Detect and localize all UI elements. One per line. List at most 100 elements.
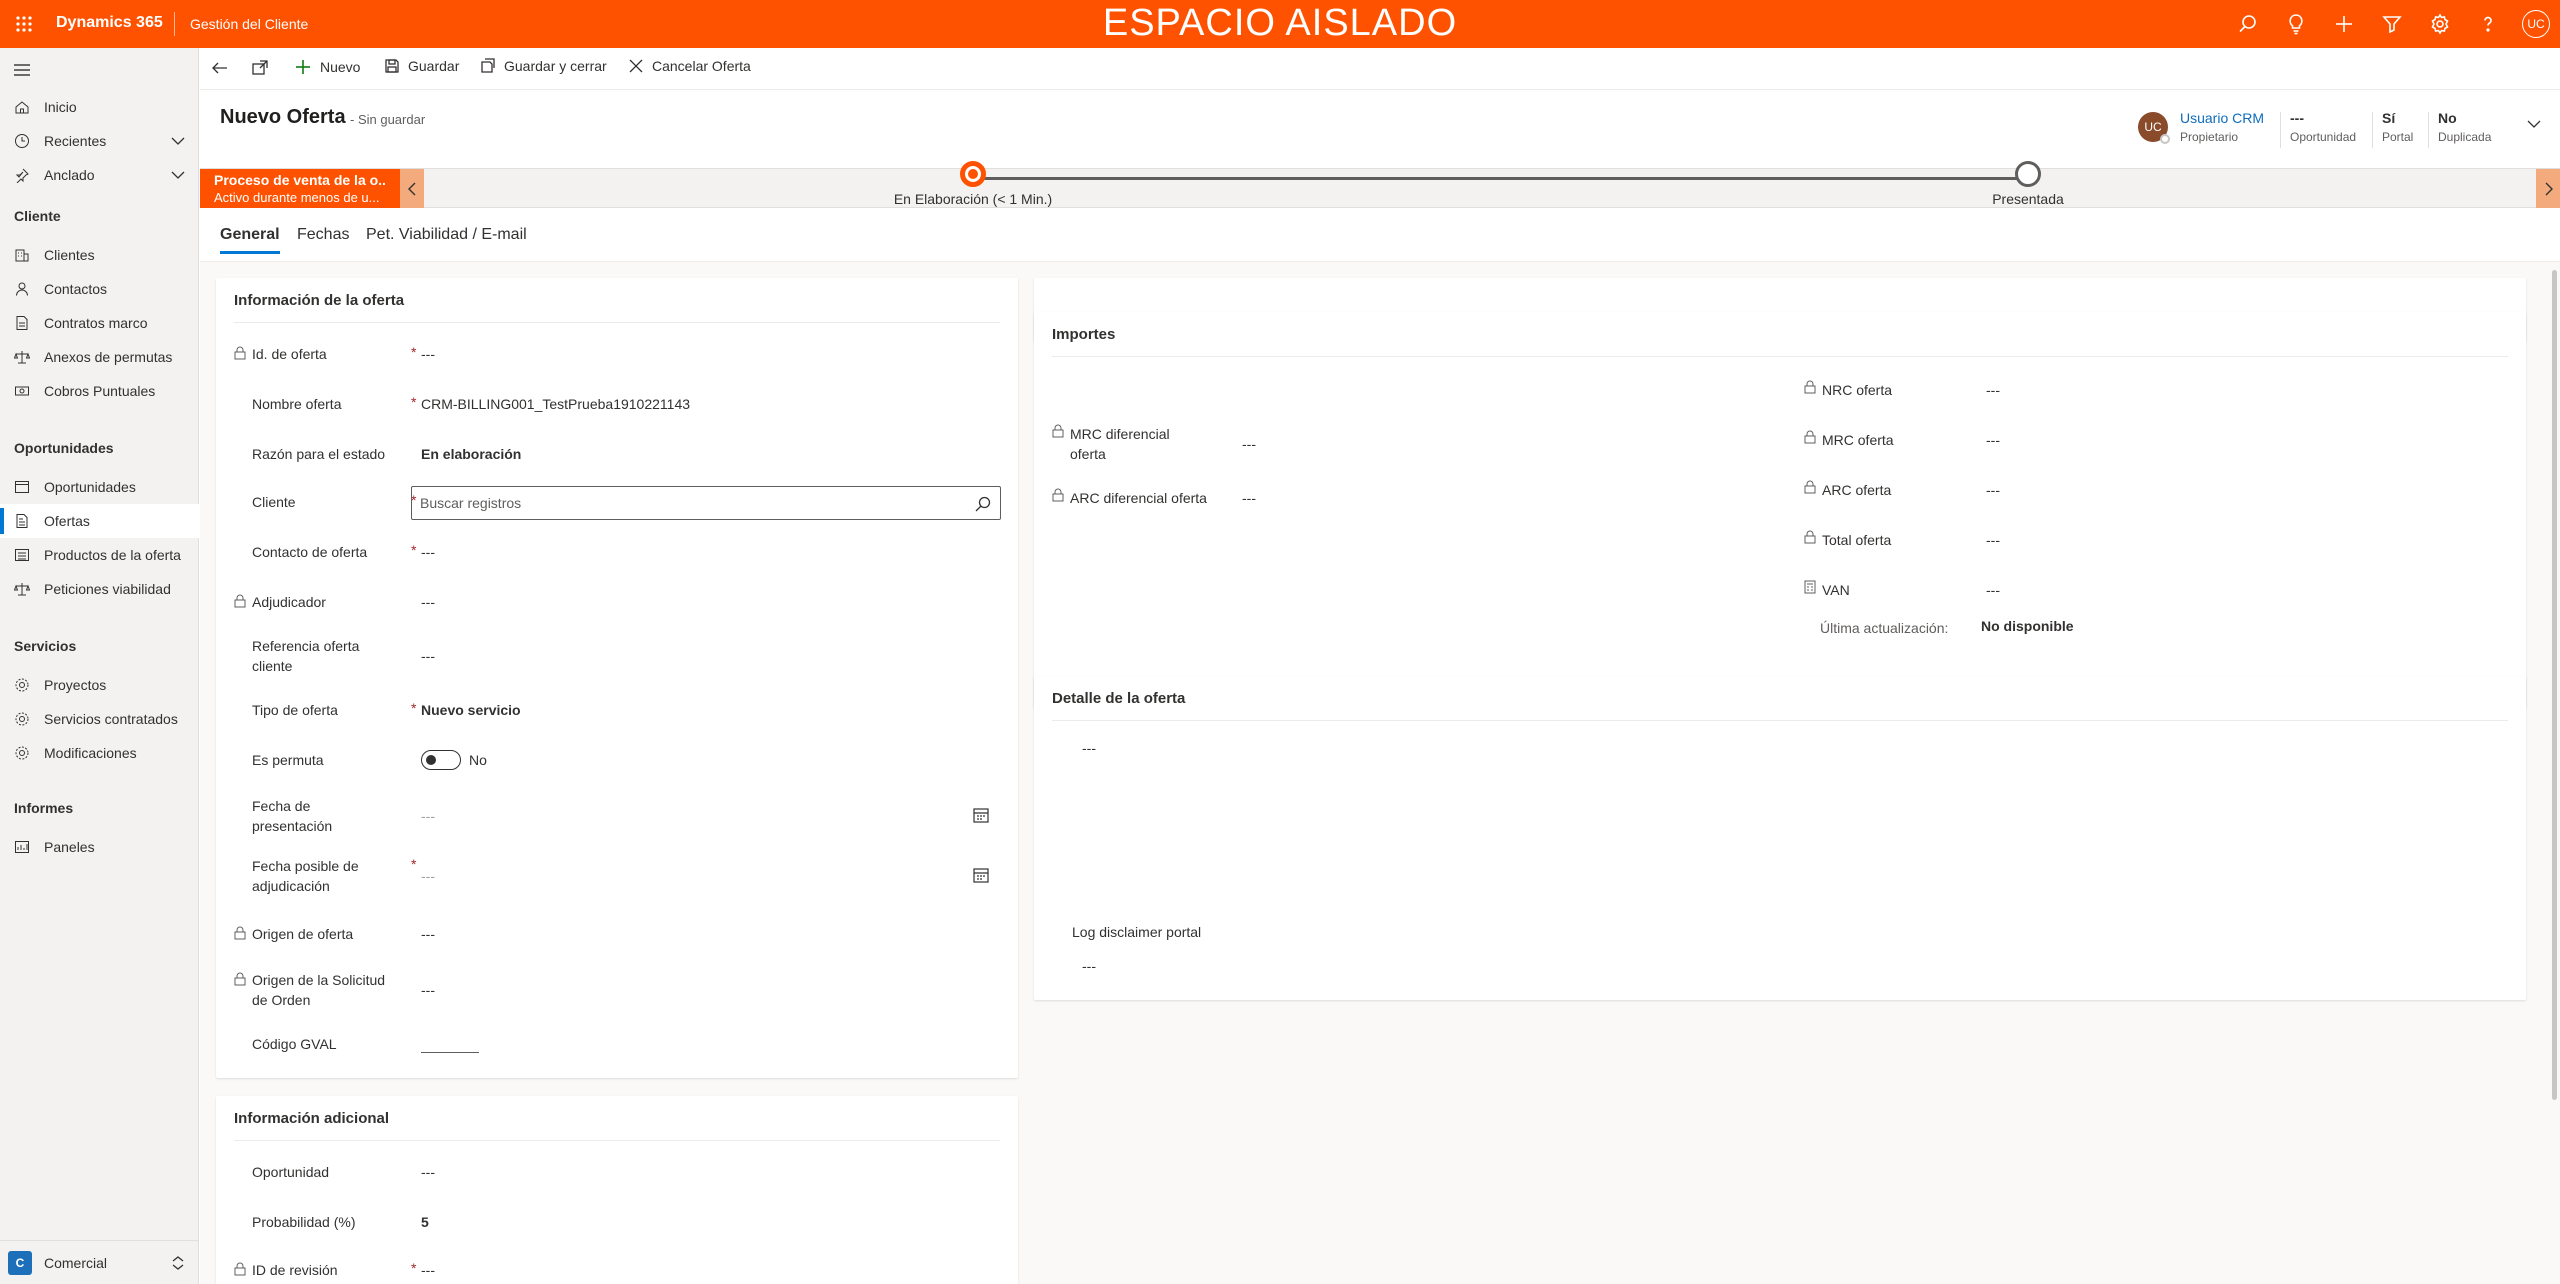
top-navigation-bar: Dynamics 365 Gestión del Cliente ESPACIO…	[0, 0, 2560, 48]
field-label: Es permuta	[252, 752, 324, 768]
field-label: ARC diferencial oferta	[1070, 490, 1207, 506]
process-flyout[interactable]: Proceso de venta de la o... Activo duran…	[200, 169, 400, 209]
sidebar-item-label: Proyectos	[44, 677, 107, 693]
lightbulb-icon[interactable]	[2284, 12, 2308, 36]
sidebar-item-label: Recientes	[44, 133, 107, 149]
sidebar-item-clientes[interactable]: Clientes	[0, 238, 199, 272]
save-button[interactable]: Guardar	[384, 58, 459, 74]
sidebar-item-oportunidades[interactable]: Oportunidades	[0, 470, 199, 504]
sidebar-group-cliente: Cliente	[14, 208, 61, 224]
owner-avatar[interactable]: UC	[2138, 112, 2170, 144]
area-label: Comercial	[44, 1254, 108, 1271]
gear-icon[interactable]	[2428, 12, 2452, 36]
bpf-stage-elaboracion[interactable]: En Elaboración (< 1 Min.)	[843, 161, 1103, 207]
field-value: ---	[1986, 582, 2000, 598]
detail-textarea[interactable]: ---	[1082, 740, 1096, 756]
sidebar-item-anexos-permutas[interactable]: Anexos de permutas	[0, 340, 199, 374]
divider	[1052, 720, 2508, 721]
field-value[interactable]: 5	[421, 1214, 429, 1230]
sidebar-item-modificaciones[interactable]: Modificaciones	[0, 736, 199, 770]
field-value[interactable]: ---	[421, 648, 435, 664]
gear-icon	[14, 745, 30, 761]
chevron-down-icon[interactable]	[171, 169, 185, 181]
calendar-icon[interactable]	[972, 866, 990, 884]
search-icon[interactable]	[2236, 12, 2260, 36]
sidebar-item-proyectos[interactable]: Proyectos	[0, 668, 199, 702]
disclaimer-value[interactable]: ---	[1082, 958, 1096, 974]
back-button[interactable]	[210, 58, 238, 78]
section-title: Importes	[1052, 326, 1116, 343]
field-label: ID de revisión	[252, 1262, 338, 1278]
chevron-down-icon[interactable]	[171, 135, 185, 147]
field-label: MRC diferencial oferta	[1070, 426, 1170, 462]
divider	[234, 322, 1000, 323]
sidebar-item-label: Paneles	[44, 839, 95, 855]
chevron-up-down-icon[interactable]	[171, 1255, 185, 1271]
bpf-stage-presentada[interactable]: Presentada	[1898, 161, 2158, 207]
cancel-offer-button[interactable]: Cancelar Oferta	[628, 58, 751, 74]
save-close-button[interactable]: Guardar y cerrar	[480, 58, 607, 74]
user-avatar[interactable]: UC	[2522, 10, 2550, 38]
calendar-icon[interactable]	[972, 806, 990, 824]
save-close-icon	[480, 58, 504, 74]
sidebar-item-recientes[interactable]: Recientes	[0, 124, 199, 158]
tab-viabilidad-email[interactable]: Pet. Viabilidad / E-mail	[366, 226, 527, 244]
field-value[interactable]: Nuevo servicio	[421, 702, 521, 718]
tab-general[interactable]: General	[220, 226, 280, 254]
field-value[interactable]: ---	[421, 1164, 435, 1180]
field-label: NRC oferta	[1822, 382, 1893, 398]
sidebar-item-anclado[interactable]: Anclado	[0, 158, 199, 192]
sidebar-item-contactos[interactable]: Contactos	[0, 272, 199, 306]
divider	[174, 12, 175, 36]
scrollbar-thumb[interactable]	[2552, 270, 2557, 1100]
divider	[234, 1140, 1000, 1141]
sidebar-item-peticiones-viabilidad[interactable]: Peticiones viabilidad	[0, 572, 199, 606]
sidebar-item-contratos-marco[interactable]: Contratos marco	[0, 306, 199, 340]
field-value[interactable]: CRM-BILLING001_TestPrueba1910221143	[421, 396, 690, 412]
client-lookup-input[interactable]: Buscar registros	[411, 486, 1001, 520]
sidebar-item-servicios-contratados[interactable]: Servicios contratados	[0, 702, 199, 736]
area-initial-badge: C	[8, 1250, 32, 1275]
header-owner[interactable]: Usuario CRM Propietario	[2180, 110, 2264, 144]
building-icon	[14, 247, 30, 263]
hamburger-menu-icon[interactable]	[12, 60, 32, 80]
sidebar-item-label: Productos de la oferta	[44, 547, 181, 563]
plus-icon	[294, 58, 320, 76]
help-icon[interactable]	[2476, 12, 2500, 36]
popout-button[interactable]	[250, 58, 278, 78]
module-name[interactable]: Gestión del Cliente	[190, 16, 308, 32]
date-input[interactable]: ---	[421, 868, 435, 884]
swap-toggle[interactable]	[421, 750, 461, 770]
section-offer-detail: Detalle de la oferta --- Log disclaimer …	[1034, 676, 2526, 1000]
field-value: ---	[421, 594, 435, 610]
sidebar-item-cobros-puntuales[interactable]: Cobros Puntuales	[0, 374, 199, 408]
tab-fechas[interactable]: Fechas	[297, 226, 349, 244]
app-name[interactable]: Dynamics 365	[56, 14, 163, 32]
gval-input[interactable]	[421, 1052, 479, 1053]
save-icon	[384, 58, 408, 74]
field-value[interactable]: ---	[421, 544, 435, 560]
owner-initials: UC	[2144, 120, 2162, 134]
bpf-next-button[interactable]	[2536, 169, 2560, 209]
field-label: Referencia oferta cliente	[252, 638, 360, 674]
new-button[interactable]: Nuevo	[294, 58, 360, 76]
area-switcher[interactable]: C Comercial	[0, 1240, 199, 1284]
field-value[interactable]: En elaboración	[421, 446, 521, 462]
sidebar-item-label: Peticiones viabilidad	[44, 581, 171, 597]
sidebar-item-productos-oferta[interactable]: Productos de la oferta	[0, 538, 199, 572]
field-label: Id. de oferta	[252, 346, 327, 362]
sidebar-item-ofertas[interactable]: Ofertas	[0, 504, 199, 538]
bpf-prev-button[interactable]	[400, 169, 424, 209]
field-value: ---	[421, 1262, 435, 1278]
lock-icon	[234, 594, 246, 608]
sidebar-item-paneles[interactable]: Paneles	[0, 830, 199, 864]
sidebar-item-inicio[interactable]: Inicio	[0, 90, 199, 124]
plus-icon[interactable]	[2332, 12, 2356, 36]
form-scrollbar[interactable]	[2550, 262, 2560, 1284]
header-expand-chevron-icon[interactable]	[2526, 118, 2542, 130]
date-input[interactable]: ---	[421, 808, 435, 824]
required-marker: *	[411, 394, 417, 410]
app-launcher-icon[interactable]	[12, 12, 36, 36]
filter-icon[interactable]	[2380, 12, 2404, 36]
owner-name[interactable]: Usuario CRM	[2180, 110, 2264, 126]
